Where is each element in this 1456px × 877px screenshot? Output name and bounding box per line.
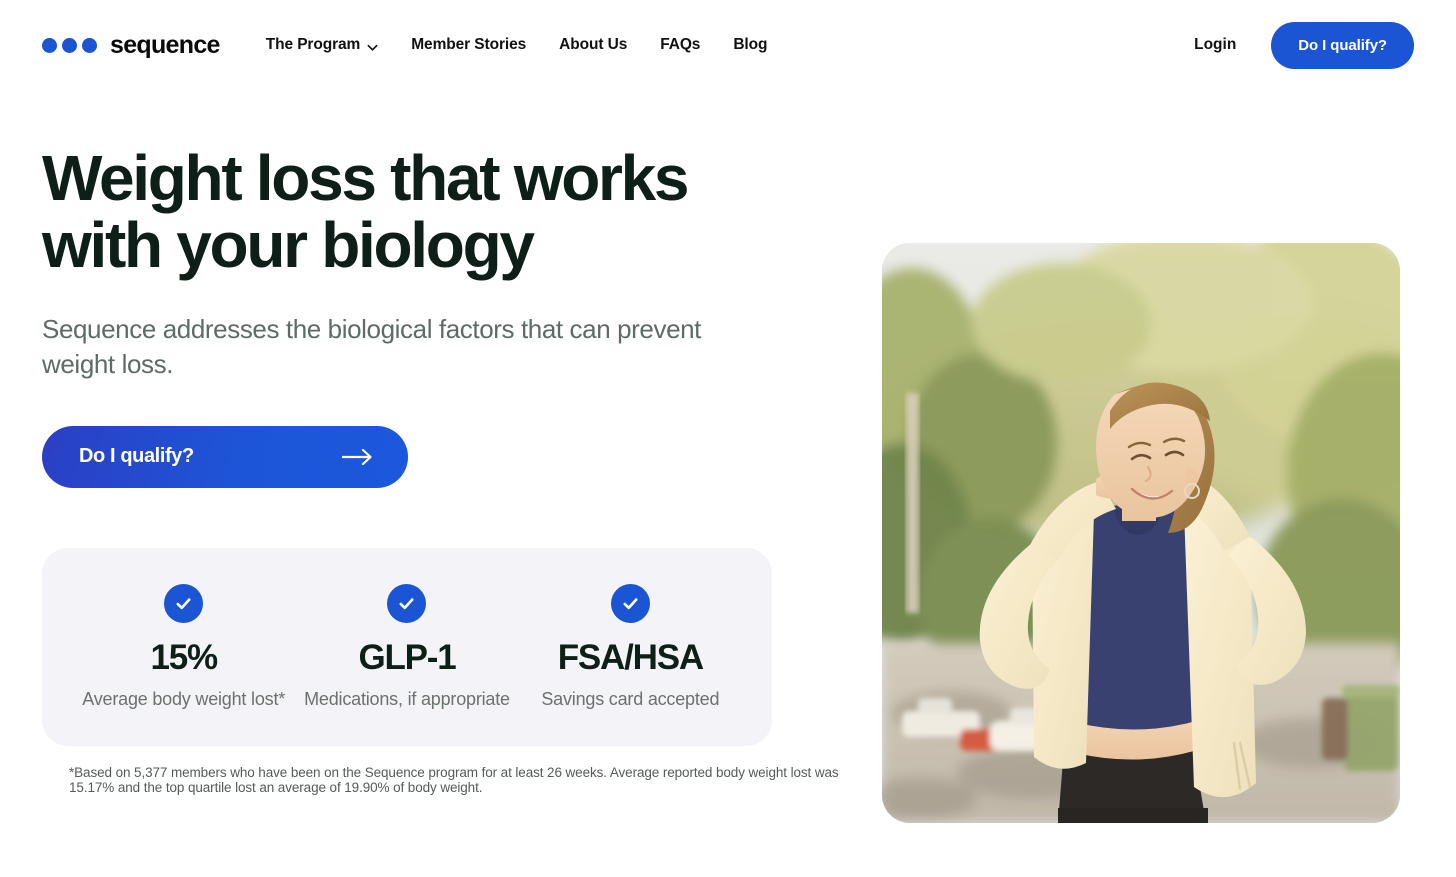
stat-label: Medications, if appropriate	[304, 689, 510, 710]
nav-item-label: Member Stories	[411, 36, 527, 53]
hero-qualify-button[interactable]: Do I qualify?	[42, 425, 408, 488]
arrow-right-icon	[340, 448, 374, 466]
login-link[interactable]: Login	[1194, 36, 1236, 54]
stat-item-savings-card: FSA/HSA Savings card accepted	[519, 583, 742, 713]
stat-label: Savings card accepted	[541, 689, 720, 710]
nav-item-about-us[interactable]: About Us	[559, 36, 627, 54]
site-header: sequence The Program Member Stories Abou…	[0, 0, 1456, 90]
check-circle-icon	[387, 583, 427, 623]
primary-nav: The Program Member Stories About Us FAQs…	[266, 36, 768, 54]
hero-photo	[882, 243, 1400, 823]
check-circle-icon	[610, 583, 650, 623]
nav-item-label: The Program	[265, 36, 361, 53]
stat-value: FSA/HSA	[557, 637, 704, 677]
hero-content: Weight loss that works with your biology…	[42, 90, 842, 823]
stat-value: 15%	[150, 637, 218, 677]
hero-subheading: Sequence addresses the biological factor…	[42, 314, 702, 380]
hero-photo-illustration	[882, 243, 1400, 823]
chevron-down-icon	[367, 40, 378, 51]
check-circle-icon	[164, 583, 204, 623]
hero-section: Weight loss that works with your biology…	[0, 90, 1456, 823]
page-title: Weight loss that works with your biology	[42, 142, 762, 282]
stat-item-medications: GLP-1 Medications, if appropriate	[295, 583, 518, 713]
headline-line-1: Weight loss that works	[42, 142, 690, 214]
nav-item-label: About Us	[559, 36, 628, 53]
logo-dots-icon	[42, 37, 97, 53]
logo[interactable]: sequence	[42, 31, 220, 60]
nav-item-label: Blog	[733, 36, 768, 53]
nav-item-faqs[interactable]: FAQs	[660, 36, 700, 54]
headline-line-2: with your biology	[42, 209, 535, 282]
hero-media	[882, 90, 1400, 823]
stats-card: 15% Average body weight lost* GLP-1 Medi…	[42, 547, 772, 747]
logo-wordmark: sequence	[110, 30, 220, 59]
hero-qualify-button-label: Do I qualify?	[79, 445, 194, 468]
nav-item-blog[interactable]: Blog	[733, 36, 767, 54]
nav-item-the-program[interactable]: The Program	[266, 36, 379, 54]
stat-item-weight-lost: 15% Average body weight lost*	[72, 583, 295, 713]
header-actions: Login Do I qualify?	[1194, 21, 1414, 69]
header-qualify-button[interactable]: Do I qualify?	[1271, 21, 1414, 69]
footnote-disclaimer: *Based on 5,377 members who have been on…	[69, 765, 839, 796]
nav-item-label: FAQs	[660, 36, 701, 53]
nav-item-member-stories[interactable]: Member Stories	[411, 36, 526, 54]
stat-value: GLP-1	[358, 637, 456, 677]
stat-label: Average body weight lost*	[82, 689, 286, 710]
